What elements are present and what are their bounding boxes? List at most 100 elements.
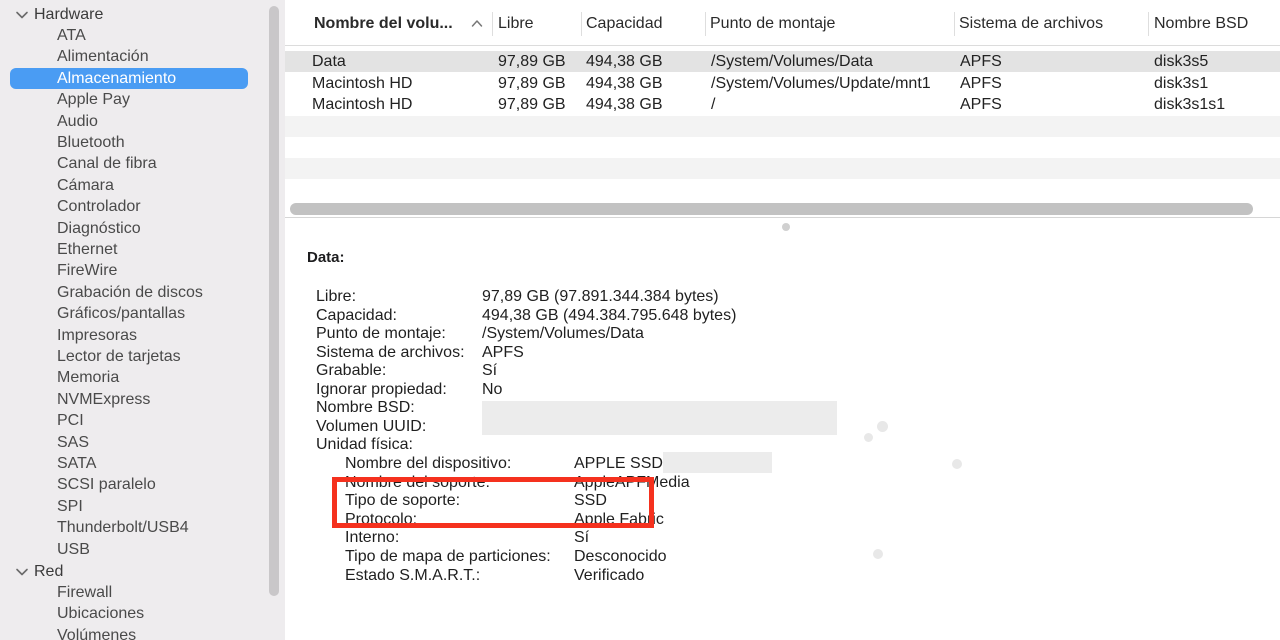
detail-title: Data:: [307, 249, 345, 266]
split-divider[interactable]: [285, 217, 1280, 218]
sidebar-group-hardware[interactable]: Hardware: [14, 4, 103, 25]
table-cell: APFS: [960, 53, 1002, 70]
physical-value: Desconocido: [574, 548, 667, 565]
sidebar-item-nvmexpress[interactable]: NVMExpress: [10, 389, 248, 410]
physical-label: Interno:: [345, 529, 400, 547]
table-cell: disk3s1s1: [1154, 96, 1226, 113]
table-cell: 494,38 GB: [586, 74, 663, 92]
sidebar-item-firewall[interactable]: Firewall: [10, 582, 248, 603]
detail-label: Nombre BSD:: [316, 399, 415, 416]
column-divider[interactable]: [954, 12, 955, 36]
table-cell: APFS: [960, 74, 1002, 92]
physical-label: Tipo de mapa de particiones:: [345, 548, 551, 565]
column-header-name[interactable]: Nombre del volu...: [314, 0, 453, 46]
column-header-mount-point[interactable]: Punto de montaje: [710, 0, 835, 46]
table-cell: 494,38 GB: [586, 96, 663, 113]
empty-row: [285, 158, 1280, 179]
table-cell: Data: [312, 53, 346, 70]
sidebar-item-thunderbolt-usb4[interactable]: Thunderbolt/USB4: [10, 517, 248, 538]
physical-label: Nombre del dispositivo:: [345, 455, 512, 472]
redacted-area: [663, 452, 772, 473]
column-header-filesystem[interactable]: Sistema de archivos: [959, 0, 1103, 46]
table-row[interactable]: Macintosh HD 97,89 GB 494,38 GB / APFS disk3s…: [285, 94, 1280, 115]
detail-label: Sistema de archivos:: [316, 343, 465, 361]
sidebar-item-firewire[interactable]: FireWire: [10, 260, 248, 281]
column-divider[interactable]: [1148, 12, 1149, 36]
sidebar-item-impresoras[interactable]: Impresoras: [10, 325, 248, 346]
loading-dot: [952, 459, 962, 469]
detail-value: 97,89 GB (97.891.344.384 bytes): [482, 288, 719, 305]
empty-row: [285, 116, 1280, 137]
sidebar-item-sas[interactable]: SAS: [10, 432, 248, 453]
redacted-area: [482, 401, 837, 435]
sidebar-item-memoria[interactable]: Memoria: [10, 367, 248, 388]
table-cell: APFS: [960, 96, 1002, 113]
sidebar-item-volumenes[interactable]: Volúmenes: [10, 625, 248, 640]
table-header: Nombre del volu... Libre Capacidad Punto…: [285, 0, 1280, 46]
sidebar-group-red[interactable]: Red: [14, 561, 63, 582]
loading-dot: [864, 433, 873, 442]
sidebar-item-scsi-paralelo[interactable]: SCSI paralelo: [10, 474, 248, 495]
sidebar-item-graficos-pantallas[interactable]: Gráficos/pantallas: [10, 303, 248, 324]
column-header-capacity[interactable]: Capacidad: [586, 0, 663, 46]
table-cell: /: [711, 96, 716, 113]
detail-label: Punto de montaje:: [316, 325, 446, 342]
table-cell: Macintosh HD: [312, 96, 413, 113]
detail-label: Capacidad:: [316, 306, 397, 324]
table-cell: Macintosh HD: [312, 74, 413, 92]
sidebar-item-sata[interactable]: SATA: [10, 453, 248, 474]
highlight-box: [332, 477, 654, 528]
column-header-bsd-name[interactable]: Nombre BSD: [1154, 0, 1248, 46]
column-divider[interactable]: [492, 12, 493, 36]
sidebar-item-controlador[interactable]: Controlador: [10, 196, 248, 217]
column-header-free[interactable]: Libre: [498, 0, 534, 46]
table-cell: 97,89 GB: [498, 96, 566, 113]
sidebar-item-ata[interactable]: ATA: [10, 25, 248, 46]
sidebar-item-diagnostico[interactable]: Diagnóstico: [10, 218, 248, 239]
table-row[interactable]: Data 97,89 GB 494,38 GB/System/Volumes/Dat…: [285, 51, 1280, 72]
loading-dot: [877, 421, 888, 432]
column-divider[interactable]: [705, 12, 706, 36]
sidebar-group-label: Red: [34, 562, 64, 580]
detail-value: 494,38 GB (494.384.795.648 bytes): [482, 306, 737, 324]
sidebar-item-camara[interactable]: Cámara: [10, 175, 248, 196]
chevron-down-icon: [16, 11, 28, 18]
split-handle-icon[interactable]: [782, 223, 790, 231]
table-cell: /System/Volumes/Update/mnt1: [711, 74, 931, 92]
sidebar-group-label: Hardware: [34, 5, 104, 23]
physical-value: Verificado: [574, 566, 645, 584]
sidebar-item-ubicaciones[interactable]: Ubicaciones: [10, 603, 248, 624]
sidebar-item-alimentacion[interactable]: Alimentación: [10, 46, 248, 67]
chevron-down-icon: [16, 568, 28, 575]
table-cell: /System/Volumes/Data: [711, 53, 873, 70]
sidebar-item-spi[interactable]: SPI: [10, 496, 248, 517]
sidebar-item-ethernet[interactable]: Ethernet: [10, 239, 248, 260]
detail-value: /System/Volumes/Data: [482, 325, 644, 342]
detail-label: Unidad física:: [316, 436, 413, 453]
table-row[interactable]: Macintosh HD 97,89 GB 494,38 GB/System/Vol…: [285, 73, 1280, 94]
sidebar-item-audio[interactable]: Audio: [10, 111, 248, 132]
detail-value: APFS: [482, 343, 524, 361]
physical-label: Estado S.M.A.R.T.:: [345, 566, 481, 584]
physical-value: APPLE SSD: [574, 455, 663, 472]
sidebar-item-almacenamiento[interactable]: Almacenamiento: [10, 67, 248, 89]
sidebar-item-usb[interactable]: USB: [10, 539, 248, 560]
detail-value: No: [482, 380, 503, 398]
sidebar-item-canal-de-fibra[interactable]: Canal de fibra: [10, 153, 248, 174]
loading-dot: [873, 549, 883, 559]
sidebar-item-bluetooth[interactable]: Bluetooth: [10, 132, 248, 153]
sidebar-scrollbar[interactable]: [269, 6, 279, 596]
detail-value: Sí: [482, 362, 498, 379]
sort-ascending-icon[interactable]: [471, 18, 483, 28]
detail-label: Volumen UUID:: [316, 417, 427, 435]
detail-label: Grabable:: [316, 362, 387, 379]
sidebar-item-lector-de-tarjetas[interactable]: Lector de tarjetas: [10, 346, 248, 367]
physical-value: Sí: [574, 529, 590, 547]
sidebar-item-pci[interactable]: PCI: [10, 410, 248, 431]
table-cell: 494,38 GB: [586, 53, 663, 70]
table-cell: 97,89 GB: [498, 74, 566, 92]
sidebar-item-apple-pay[interactable]: Apple Pay: [10, 89, 248, 110]
sidebar-item-grabacion-de-discos[interactable]: Grabación de discos: [10, 282, 248, 303]
column-divider[interactable]: [581, 12, 582, 36]
horizontal-scrollbar[interactable]: [290, 203, 1253, 215]
